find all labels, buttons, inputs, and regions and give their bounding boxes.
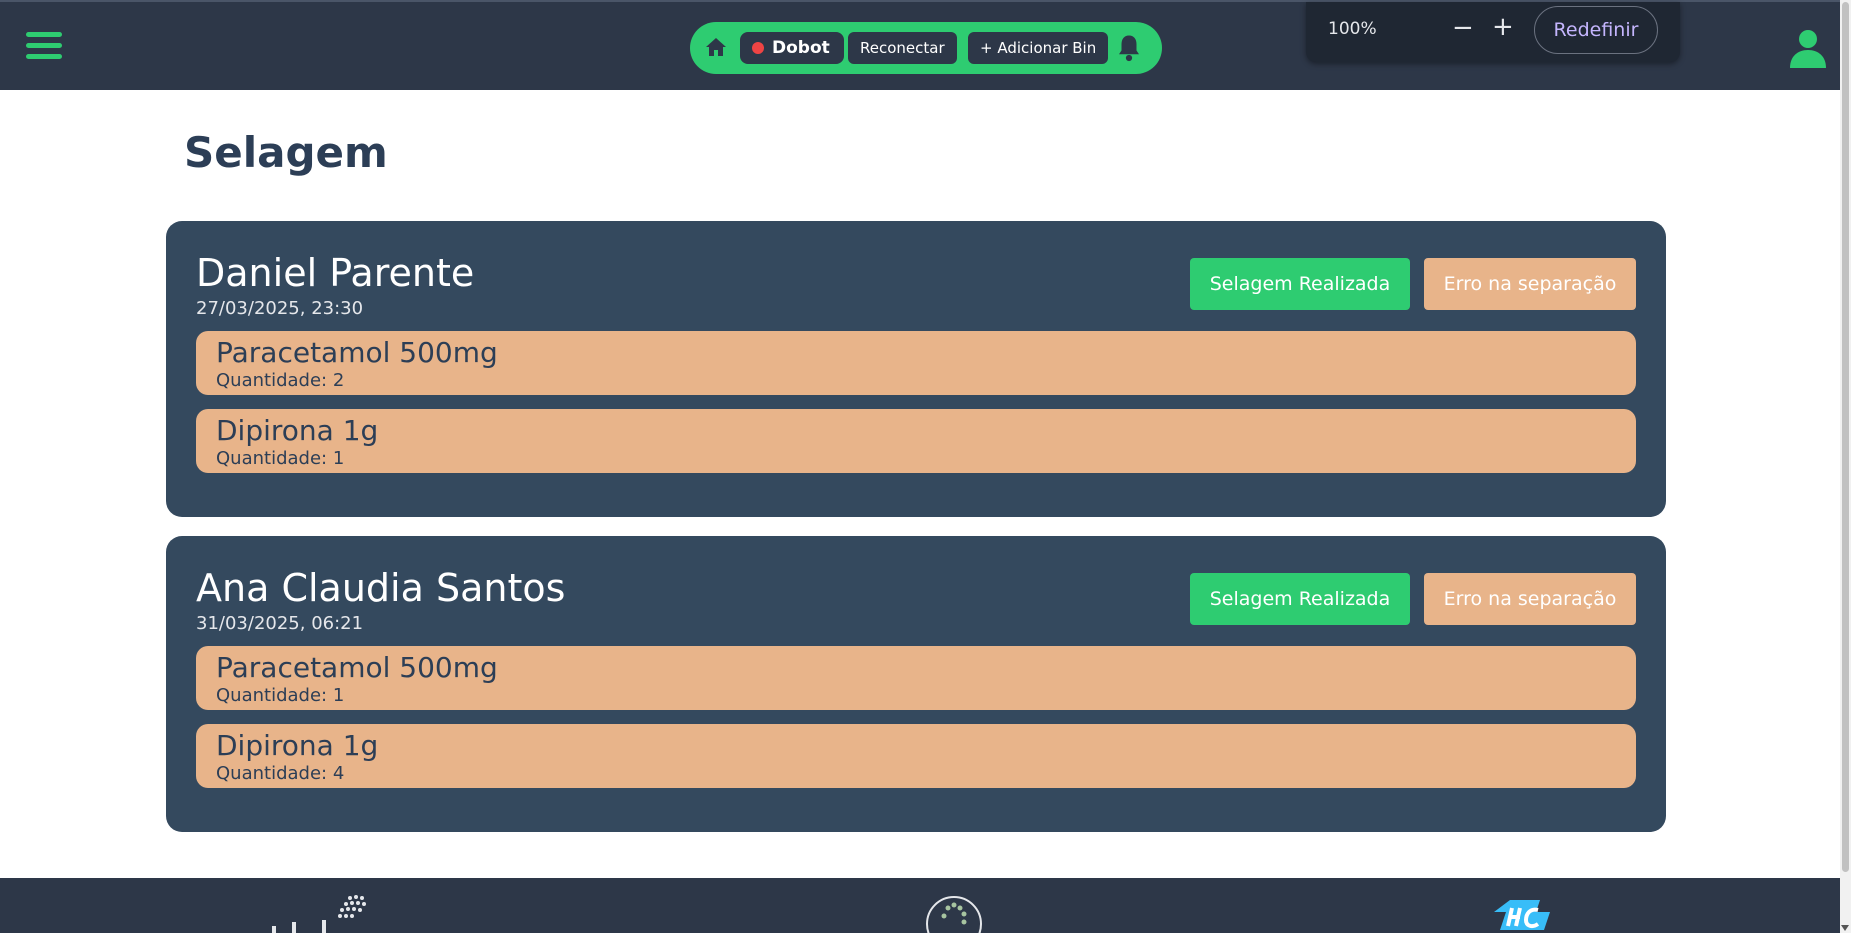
patient-name: Daniel Parente: [196, 251, 475, 295]
zoom-in-button[interactable]: +: [1492, 12, 1514, 42]
reconnect-button[interactable]: Reconectar: [848, 32, 957, 64]
page-title: Selagem: [184, 128, 388, 177]
add-bin-button[interactable]: + Adicionar Bin: [968, 32, 1109, 64]
medication-quantity: Quantidade: 1: [216, 685, 345, 706]
separation-error-button[interactable]: Erro na separação: [1424, 258, 1636, 310]
home-icon[interactable]: [704, 35, 728, 59]
zoom-out-button[interactable]: −: [1452, 13, 1474, 43]
dobot-label: Dobot: [772, 38, 830, 58]
medication-quantity: Quantidade: 1: [216, 448, 345, 469]
medication-item: Paracetamol 500mg Quantidade: 2: [196, 331, 1636, 395]
medication-item: Paracetamol 500mg Quantidade: 1: [196, 646, 1636, 710]
user-icon[interactable]: [1788, 28, 1828, 68]
footer: [0, 878, 1840, 933]
top-navbar: Dobot Reconectar + Adicionar Bin 100% − …: [0, 0, 1840, 90]
order-card: Daniel Parente 27/03/2025, 23:30 Selagem…: [166, 221, 1666, 517]
order-card: Ana Claudia Santos 31/03/2025, 06:21 Sel…: [166, 536, 1666, 832]
order-date: 27/03/2025, 23:30: [196, 298, 364, 319]
medication-item: Dipirona 1g Quantidade: 1: [196, 409, 1636, 473]
medication-quantity: Quantidade: 2: [216, 370, 345, 391]
partner-logo-circle: [926, 896, 982, 933]
status-dot: [752, 42, 764, 54]
dobot-status-button[interactable]: Dobot: [740, 32, 844, 64]
bell-icon[interactable]: [1114, 33, 1144, 63]
seal-done-button[interactable]: Selagem Realizada: [1190, 258, 1410, 310]
medication-name: Dipirona 1g: [216, 729, 379, 762]
separation-error-button[interactable]: Erro na separação: [1424, 573, 1636, 625]
partner-logo-dots: [272, 895, 366, 933]
patient-name: Ana Claudia Santos: [196, 566, 566, 610]
zoom-reset-button[interactable]: Redefinir: [1534, 6, 1658, 54]
menu-icon[interactable]: [26, 32, 62, 62]
hc-logo: [1494, 900, 1550, 930]
order-date: 31/03/2025, 06:21: [196, 613, 364, 634]
scroll-down-icon[interactable]: [1841, 925, 1849, 931]
page-scrollbar[interactable]: [1840, 0, 1851, 933]
medication-name: Paracetamol 500mg: [216, 651, 498, 684]
medication-name: Paracetamol 500mg: [216, 336, 498, 369]
zoom-control: 100% − + Redefinir: [1306, 2, 1680, 62]
medication-name: Dipirona 1g: [216, 414, 379, 447]
robot-control-bar: Dobot Reconectar + Adicionar Bin: [690, 22, 1162, 74]
medication-item: Dipirona 1g Quantidade: 4: [196, 724, 1636, 788]
medication-quantity: Quantidade: 4: [216, 763, 345, 784]
seal-done-button[interactable]: Selagem Realizada: [1190, 573, 1410, 625]
zoom-level: 100%: [1328, 19, 1377, 39]
scrollbar-thumb[interactable]: [1842, 2, 1849, 872]
